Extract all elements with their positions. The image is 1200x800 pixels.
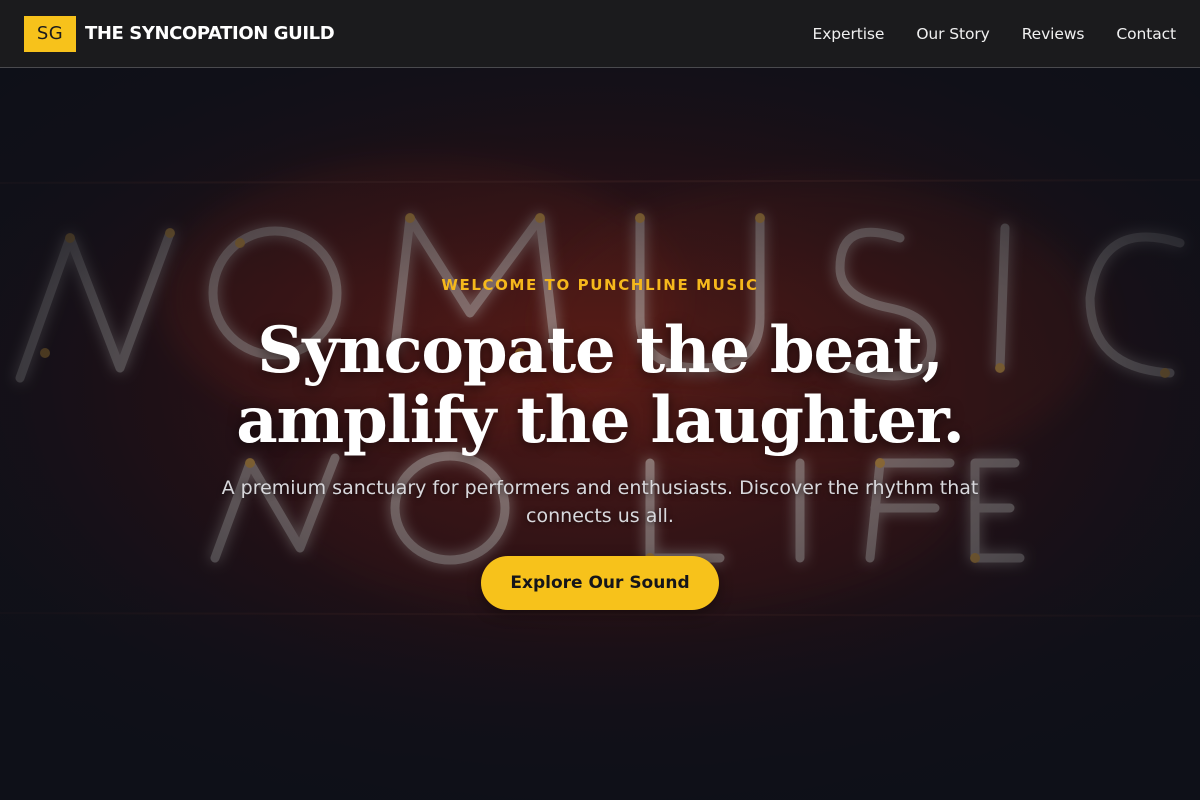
nav-link-our-story[interactable]: Our Story: [916, 25, 989, 43]
brand[interactable]: SG THE SYNCOPATION GUILD: [24, 15, 335, 52]
explore-sound-button[interactable]: Explore Our Sound: [481, 556, 719, 610]
site-header: SG THE SYNCOPATION GUILD Expertise Our S…: [0, 0, 1200, 68]
nav-link-contact[interactable]: Contact: [1116, 25, 1176, 43]
hero-headline-line-2: amplify the laughter.: [236, 383, 965, 458]
hero-eyebrow: WELCOME TO PUNCHLINE MUSIC: [441, 276, 759, 294]
hero-subtitle: A premium sanctuary for performers and e…: [221, 477, 979, 527]
hero-section: WELCOME TO PUNCHLINE MUSIC Syncopate the…: [0, 68, 1200, 800]
nav-link-reviews[interactable]: Reviews: [1022, 25, 1085, 43]
nav-link-expertise[interactable]: Expertise: [813, 25, 885, 43]
main-nav: Expertise Our Story Reviews Contact: [813, 25, 1177, 43]
brand-name[interactable]: THE SYNCOPATION GUILD: [85, 23, 335, 44]
hero-content: WELCOME TO PUNCHLINE MUSIC Syncopate the…: [0, 68, 1200, 800]
hero-headline: Syncopate the beat, amplify the laughter…: [236, 313, 965, 458]
hero-headline-line-1: Syncopate the beat,: [257, 313, 944, 388]
logo-mark[interactable]: SG: [24, 15, 76, 52]
